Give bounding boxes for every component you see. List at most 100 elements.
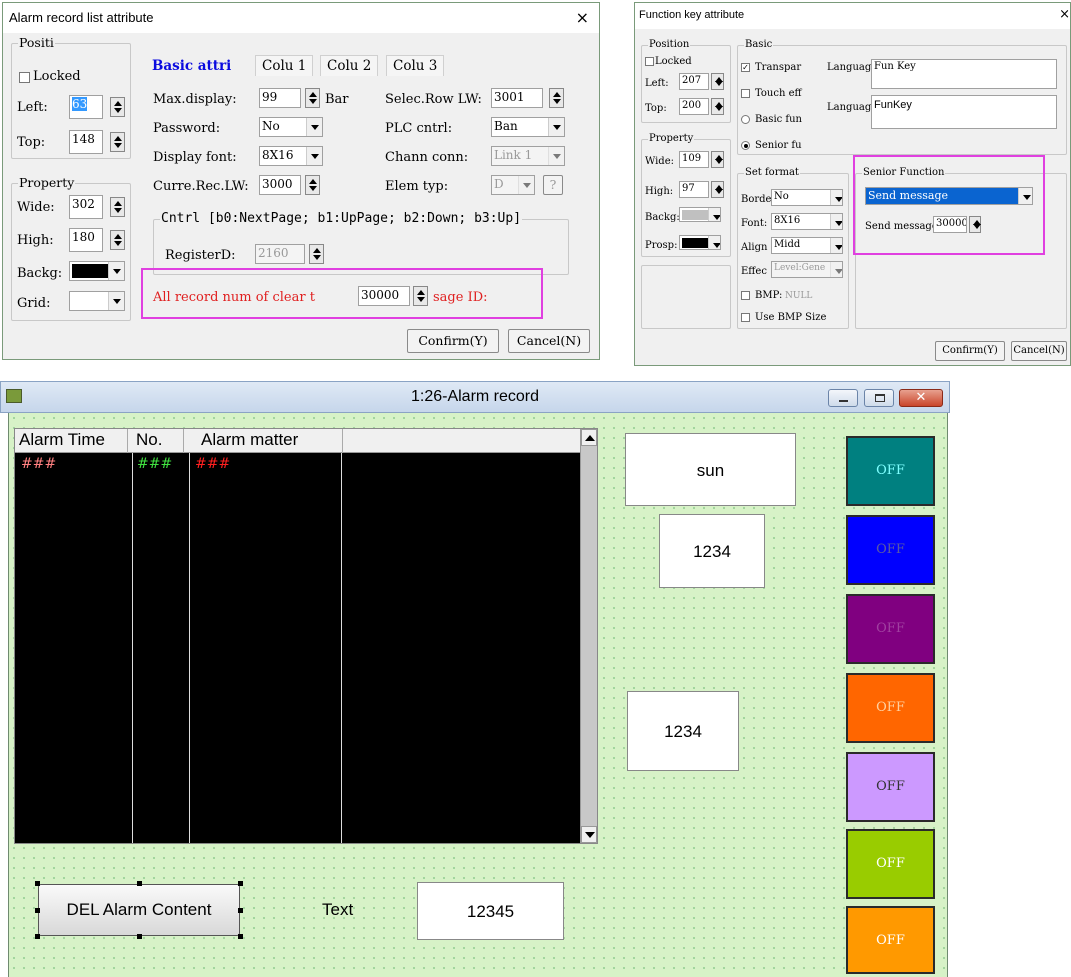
table-scrollbar[interactable] <box>580 429 597 843</box>
register-input[interactable]: 2160 <box>255 244 305 264</box>
selec-row-input[interactable]: 3001 <box>491 88 543 108</box>
top-spinner[interactable] <box>110 132 125 152</box>
touch-effect-checkbox[interactable] <box>741 89 750 98</box>
use-bmp-size-checkbox[interactable] <box>741 313 750 322</box>
left-spinner[interactable] <box>711 73 724 90</box>
locked-checkbox[interactable] <box>19 72 30 83</box>
off-button[interactable]: OFF <box>846 594 935 664</box>
high-input[interactable]: 97 <box>679 181 709 198</box>
align-select[interactable]: Midd <box>771 237 843 254</box>
high-spinner[interactable] <box>711 181 724 198</box>
clear-record-input[interactable]: 30000 <box>358 286 410 306</box>
tab-colu-1[interactable]: Colu 1 <box>255 55 314 76</box>
register-spinner[interactable] <box>309 244 324 264</box>
basic-function-radio[interactable] <box>741 115 750 124</box>
high-input[interactable]: 180 <box>69 228 103 252</box>
prosp-color-select[interactable] <box>679 235 721 250</box>
high-spinner[interactable] <box>110 230 125 250</box>
max-display-input[interactable]: 99 <box>259 88 301 108</box>
cancel-button[interactable]: Cancel(N) <box>508 329 590 353</box>
display-font-select[interactable]: 8X16 <box>259 146 323 166</box>
del-alarm-content-button[interactable]: DEL Alarm Content <box>38 884 240 936</box>
alarm-table[interactable]: Alarm Time No. Alarm matter ### ### ### <box>14 428 598 844</box>
effect-value: Level:Gene <box>774 263 826 273</box>
border-select[interactable]: No <box>771 189 843 206</box>
plc-cntrl-select[interactable]: Ban <box>491 117 565 137</box>
selection-handle[interactable] <box>35 908 40 913</box>
language-text-1[interactable]: Fun Key <box>871 59 1057 89</box>
close-icon[interactable]: × <box>1059 7 1070 22</box>
grid-color-select[interactable] <box>69 291 125 311</box>
bmp-value: NULL <box>785 291 813 301</box>
top-spinner[interactable] <box>711 98 724 115</box>
language-text-2[interactable]: FunKey <box>871 95 1057 129</box>
off-label: OFF <box>876 542 905 557</box>
scroll-down-button[interactable] <box>581 826 597 843</box>
number-box: 1234 <box>627 691 739 771</box>
scroll-up-button[interactable] <box>581 429 597 446</box>
tab-colu-3[interactable]: Colu 3 <box>386 55 445 76</box>
wide-input[interactable]: 109 <box>679 151 709 168</box>
top-input[interactable]: 148 <box>69 130 103 154</box>
elem-typ-select[interactable]: D <box>491 175 535 195</box>
selection-handle[interactable] <box>137 934 142 939</box>
password-select[interactable]: No <box>259 117 323 137</box>
off-button[interactable]: OFF <box>846 752 935 822</box>
top-input[interactable]: 200 <box>679 98 709 115</box>
locked-checkbox[interactable] <box>645 57 654 66</box>
selection-handle[interactable] <box>137 881 142 886</box>
backg-color-select[interactable] <box>679 207 721 222</box>
left-input[interactable]: 63 <box>69 95 103 119</box>
preview-titlebar: 1:26-Alarm record <box>0 381 950 413</box>
close-icon[interactable]: × <box>576 8 589 27</box>
minimize-button[interactable] <box>828 389 858 407</box>
send-message-input[interactable]: 30000 <box>933 216 967 233</box>
color-swatch <box>682 210 708 220</box>
selection-handle[interactable] <box>35 881 40 886</box>
dialog-title: Alarm record list attribute <box>3 3 599 33</box>
off-button[interactable]: OFF <box>846 436 935 506</box>
confirm-button[interactable]: Confirm(Y) <box>935 341 1005 361</box>
max-display-spinner[interactable] <box>305 88 320 108</box>
selection-handle[interactable] <box>238 908 243 913</box>
off-button[interactable]: OFF <box>846 829 935 899</box>
left-input[interactable]: 207 <box>679 73 709 90</box>
color-swatch <box>72 264 108 278</box>
curre-rec-input[interactable]: 3000 <box>259 175 301 195</box>
senior-function-radio[interactable] <box>741 141 750 150</box>
font-select[interactable]: 8X16 <box>771 213 843 230</box>
cancel-button[interactable]: Cancel(N) <box>1011 341 1067 361</box>
password-value: No <box>262 119 280 133</box>
confirm-button[interactable]: Confirm(Y) <box>407 329 499 353</box>
send-message-spinner[interactable] <box>969 216 981 233</box>
off-button[interactable]: OFF <box>846 906 935 974</box>
wide-input[interactable]: 302 <box>69 195 103 219</box>
selec-row-spinner[interactable] <box>549 88 564 108</box>
curre-rec-spinner[interactable] <box>305 175 320 195</box>
maximize-button[interactable] <box>864 389 894 407</box>
bmp-checkbox[interactable] <box>741 291 750 300</box>
close-window-button[interactable]: ✕ <box>899 389 943 407</box>
transpar-checkbox[interactable]: ✓ <box>741 63 750 72</box>
tab-basic-attri[interactable]: Basic attri <box>145 55 239 76</box>
off-button[interactable]: OFF <box>846 673 935 743</box>
column-header: No. <box>136 430 163 449</box>
chann-conn-select[interactable]: Link 1 <box>491 146 565 166</box>
senior-function-select[interactable]: Send message <box>865 187 1033 205</box>
wide-spinner[interactable] <box>110 197 125 217</box>
clear-record-spinner[interactable] <box>413 286 428 306</box>
effect-select[interactable]: Level:Gene <box>771 261 843 278</box>
backg-color-select[interactable] <box>69 261 125 281</box>
tab-colu-2[interactable]: Colu 2 <box>320 55 379 76</box>
selection-handle[interactable] <box>35 934 40 939</box>
column-divider <box>183 429 184 453</box>
selection-handle[interactable] <box>238 934 243 939</box>
elem-typ-help-button[interactable]: ? <box>543 175 563 195</box>
chevron-down-icon <box>108 262 124 280</box>
selection-handle[interactable] <box>238 881 243 886</box>
table-cell: ### <box>137 456 173 472</box>
left-spinner[interactable] <box>110 97 125 117</box>
wide-spinner[interactable] <box>711 151 724 168</box>
backg-label: Backg: <box>645 212 680 223</box>
off-button[interactable]: OFF <box>846 515 935 585</box>
